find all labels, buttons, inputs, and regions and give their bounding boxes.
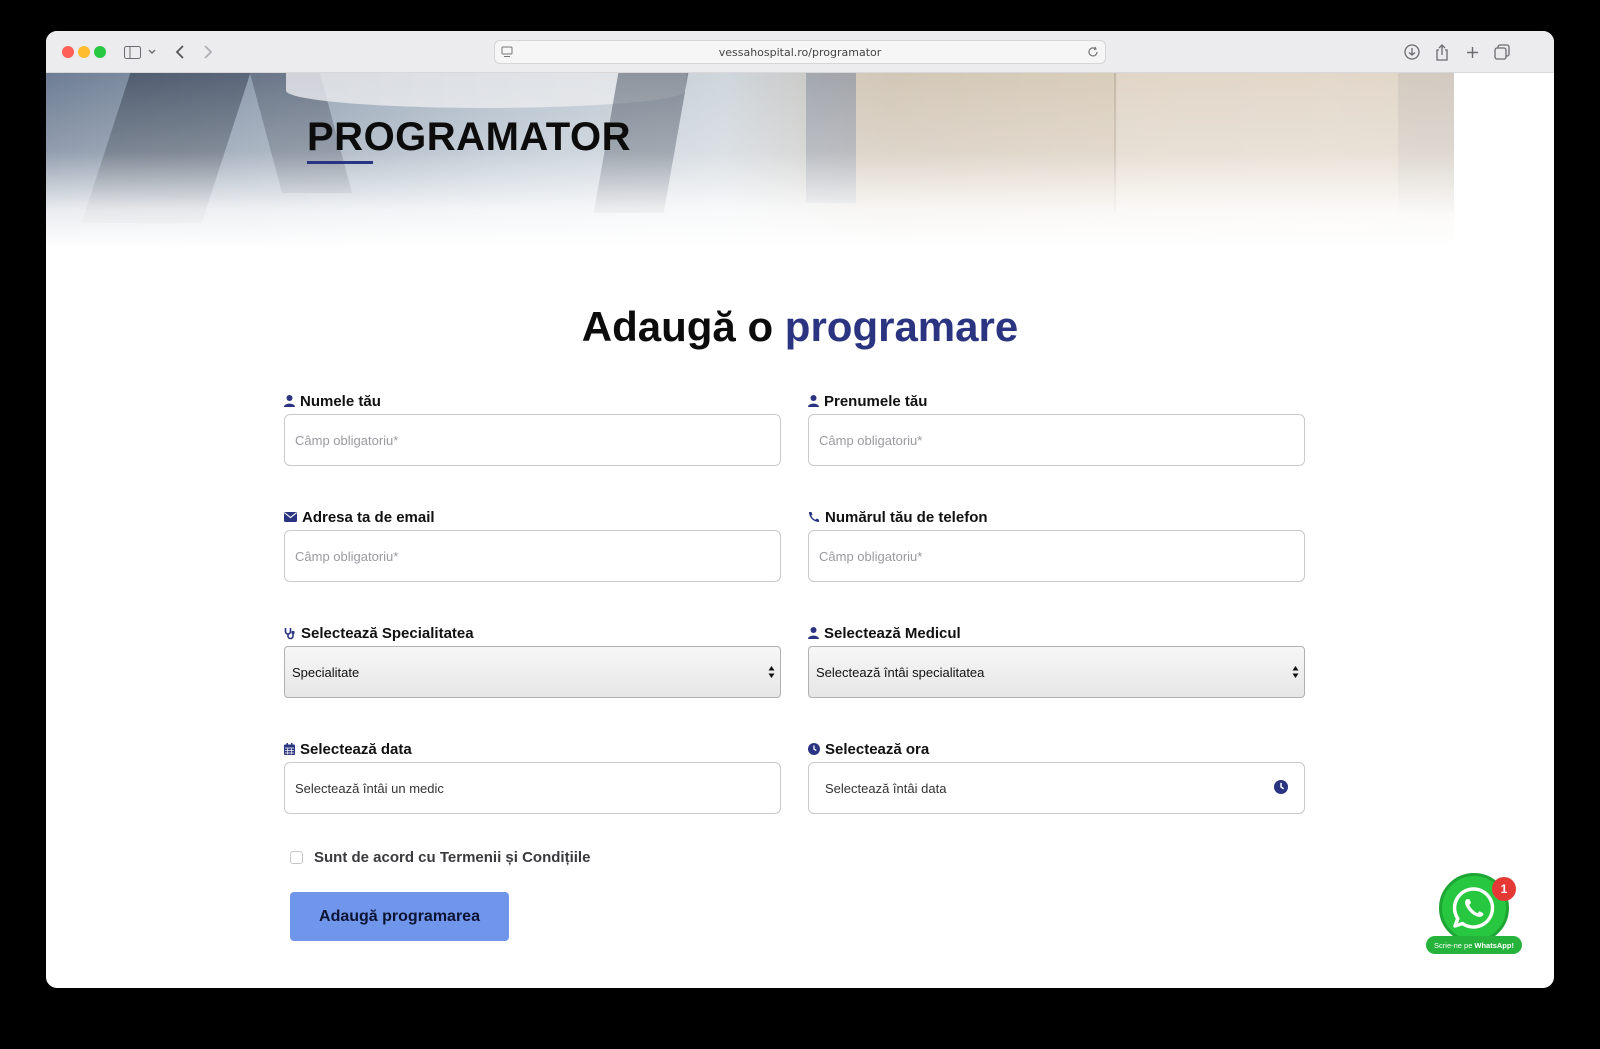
reload-icon[interactable] bbox=[1087, 46, 1099, 61]
select-arrows-icon bbox=[768, 666, 775, 678]
close-window-button[interactable] bbox=[62, 46, 74, 58]
add-appointment-button-label: Adaugă programarea bbox=[319, 907, 480, 925]
sidebar-toggle-icon[interactable] bbox=[122, 40, 142, 64]
browser-window: vessahospital.ro/programator PROGRAMATOR… bbox=[46, 31, 1554, 988]
minimize-window-button[interactable] bbox=[78, 46, 90, 58]
phone-icon bbox=[809, 512, 819, 522]
specialty-field: Selectează Specialitatea Specialitate bbox=[284, 623, 781, 698]
form-heading-accent: programare bbox=[784, 303, 1019, 350]
page-title: PROGRAMATOR bbox=[307, 115, 632, 159]
last-name-placeholder: Câmp obligatoriu* bbox=[295, 432, 399, 448]
whatsapp-label[interactable]: Scrie-ne pe WhatsApp! bbox=[1426, 936, 1522, 954]
calendar-icon bbox=[284, 743, 295, 755]
specialty-select[interactable]: Specialitate bbox=[284, 646, 781, 698]
doctor-selected-value: Selectează întâi specialitatea bbox=[816, 664, 985, 680]
first-name-placeholder: Câmp obligatoriu* bbox=[819, 432, 923, 448]
back-arrow-icon[interactable] bbox=[172, 40, 188, 64]
add-appointment-button[interactable]: Adaugă programarea bbox=[290, 892, 509, 941]
doctor-field: Selectează Medicul Selectează întâi spec… bbox=[808, 623, 1305, 698]
date-value: Selectează întâi un medic bbox=[295, 780, 444, 796]
whatsapp-icon bbox=[1452, 887, 1495, 929]
time-value: Selectează întâi data bbox=[825, 780, 947, 796]
time-input[interactable]: Selectează întâi data bbox=[808, 762, 1305, 814]
whatsapp-label-prefix: Scrie-ne pe bbox=[1434, 940, 1473, 950]
time-label: Selectează ora bbox=[825, 740, 930, 758]
chevron-down-icon[interactable] bbox=[146, 40, 158, 64]
tab-overview-icon[interactable] bbox=[1492, 40, 1512, 64]
email-input[interactable]: Câmp obligatoriu* bbox=[284, 530, 781, 582]
downloads-icon[interactable] bbox=[1402, 40, 1422, 64]
date-field: Selectează data Selectează întâi un medi… bbox=[284, 739, 781, 814]
url-text: vessahospital.ro/programator bbox=[718, 45, 882, 59]
doctor-label: Selectează Medicul bbox=[824, 624, 961, 642]
terms-row: Sunt de acord cu Termenii și Condițiile bbox=[290, 849, 590, 866]
last-name-field: Numele tău Câmp obligatoriu* bbox=[284, 391, 781, 466]
user-icon bbox=[808, 627, 819, 639]
doctor-select[interactable]: Selectează întâi specialitatea bbox=[808, 646, 1305, 698]
title-underline bbox=[307, 161, 373, 164]
notification-badge: 1 bbox=[1492, 877, 1516, 901]
select-arrows-icon bbox=[1292, 666, 1299, 678]
user-icon bbox=[284, 395, 295, 407]
phone-field: Numărul tău de telefon Câmp obligatoriu* bbox=[808, 507, 1305, 582]
last-name-label: Numele tău bbox=[300, 392, 381, 410]
first-name-label: Prenumele tău bbox=[824, 392, 928, 410]
share-icon[interactable] bbox=[1432, 40, 1452, 64]
phone-placeholder: Câmp obligatoriu* bbox=[819, 548, 923, 564]
terms-label[interactable]: Sunt de acord cu Termenii și Condițiile bbox=[314, 849, 590, 866]
hero-banner: PROGRAMATOR bbox=[46, 73, 1554, 248]
first-name-input[interactable]: Câmp obligatoriu* bbox=[808, 414, 1305, 466]
envelope-icon bbox=[284, 512, 297, 522]
date-label: Selectează data bbox=[300, 740, 412, 758]
email-field: Adresa ta de email Câmp obligatoriu* bbox=[284, 507, 781, 582]
terms-checkbox[interactable] bbox=[290, 851, 303, 864]
last-name-input[interactable]: Câmp obligatoriu* bbox=[284, 414, 781, 466]
address-bar[interactable]: vessahospital.ro/programator bbox=[494, 40, 1106, 64]
stethoscope-icon bbox=[284, 627, 295, 639]
page-settings-icon[interactable] bbox=[501, 46, 513, 61]
clock-icon bbox=[808, 743, 820, 755]
form-heading: Adaugă o programare bbox=[46, 303, 1554, 351]
whatsapp-label-brand: WhatsApp! bbox=[1474, 940, 1514, 950]
first-name-field: Prenumele tău Câmp obligatoriu* bbox=[808, 391, 1305, 466]
time-field: Selectează ora Selectează întâi data bbox=[808, 739, 1305, 814]
email-placeholder: Câmp obligatoriu* bbox=[295, 548, 399, 564]
phone-input[interactable]: Câmp obligatoriu* bbox=[808, 530, 1305, 582]
email-label: Adresa ta de email bbox=[302, 508, 435, 526]
browser-toolbar: vessahospital.ro/programator bbox=[46, 31, 1554, 73]
specialty-label: Selectează Specialitatea bbox=[301, 624, 474, 642]
user-icon bbox=[808, 395, 819, 407]
forward-arrow-icon[interactable] bbox=[200, 40, 216, 64]
phone-label: Numărul tău de telefon bbox=[825, 508, 988, 526]
whatsapp-widget[interactable]: 1 Scrie-ne pe WhatsApp! bbox=[1426, 873, 1522, 955]
new-tab-icon[interactable] bbox=[1462, 40, 1482, 64]
clock-icon[interactable] bbox=[1274, 780, 1288, 794]
form-heading-main: Adaugă o bbox=[581, 303, 774, 350]
date-input[interactable]: Selectează întâi un medic bbox=[284, 762, 781, 814]
specialty-selected-value: Specialitate bbox=[292, 664, 360, 680]
maximize-window-button[interactable] bbox=[94, 46, 106, 58]
